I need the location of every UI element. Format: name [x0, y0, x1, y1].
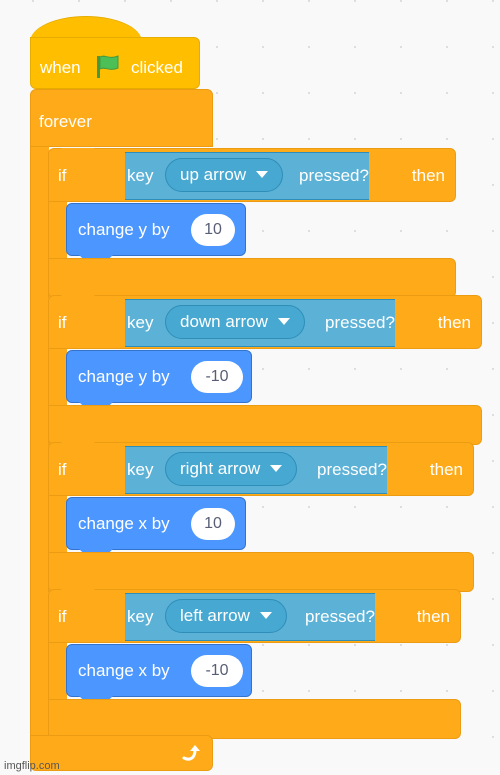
key-option: left arrow — [180, 606, 250, 625]
key-dropdown[interactable]: right arrow — [165, 452, 298, 486]
dropdown-caret-icon — [270, 465, 283, 472]
forever-block[interactable]: forever — [30, 89, 213, 147]
then-label: then — [411, 166, 445, 185]
key-pressed-block[interactable]: key right arrow pressed? — [125, 446, 387, 494]
change-position-block[interactable]: change y by 10 — [66, 203, 246, 263]
key-dropdown[interactable]: left arrow — [165, 599, 287, 633]
if-block[interactable]: if key right arrow pressed? then — [48, 442, 474, 496]
when-label: when — [40, 58, 81, 77]
dropdown-caret-icon — [259, 612, 272, 619]
green-flag-icon — [96, 54, 122, 83]
change-by-label: change y by — [78, 367, 170, 386]
if-block[interactable]: if key up arrow pressed? then — [48, 148, 456, 202]
if-block-bottom[interactable] — [48, 405, 482, 445]
watermark: imgflip.com — [4, 760, 60, 772]
pressed-label: pressed? — [317, 460, 387, 479]
if-block-bottom[interactable] — [48, 258, 456, 298]
pressed-label: pressed? — [305, 607, 375, 626]
if-label: if — [58, 313, 67, 332]
value-input[interactable]: 10 — [191, 508, 235, 540]
change-by-label: change x by — [78, 514, 170, 533]
pressed-label: pressed? — [325, 313, 395, 332]
if-block-bottom[interactable] — [48, 552, 474, 592]
key-label: key — [127, 607, 154, 626]
then-label: then — [416, 607, 450, 626]
pressed-label: pressed? — [299, 166, 369, 185]
then-label: then — [437, 313, 471, 332]
if-label: if — [58, 607, 67, 626]
change-by-label: change y by — [78, 220, 170, 239]
dropdown-caret-icon — [256, 171, 269, 178]
key-dropdown[interactable]: down arrow — [165, 305, 305, 339]
value-input[interactable]: 10 — [191, 214, 235, 246]
key-label: key — [127, 313, 154, 332]
key-pressed-block[interactable]: key left arrow pressed? — [125, 593, 375, 641]
key-option: down arrow — [180, 312, 268, 331]
dropdown-caret-icon — [277, 318, 290, 325]
change-position-block[interactable]: change x by -10 — [66, 644, 252, 704]
key-pressed-block[interactable]: key up arrow pressed? — [125, 152, 369, 200]
if-block[interactable]: if key down arrow pressed? then — [48, 295, 482, 349]
key-option: right arrow — [180, 459, 261, 478]
when-flag-clicked-block[interactable]: when clicked — [30, 37, 200, 89]
then-label: then — [429, 460, 463, 479]
if-label: if — [58, 460, 67, 479]
change-by-label: change x by — [78, 661, 170, 680]
change-position-block[interactable]: change x by 10 — [66, 497, 246, 557]
key-label: key — [127, 166, 154, 185]
value-input[interactable]: -10 — [191, 655, 243, 687]
change-position-block[interactable]: change y by -10 — [66, 350, 252, 410]
key-label: key — [127, 460, 154, 479]
key-dropdown[interactable]: up arrow — [165, 158, 284, 192]
value-input[interactable]: -10 — [191, 361, 243, 393]
forever-arm[interactable] — [30, 140, 49, 740]
if-block[interactable]: if key left arrow pressed? then — [48, 589, 461, 643]
key-option: up arrow — [180, 165, 247, 184]
key-pressed-block[interactable]: key down arrow pressed? — [125, 299, 395, 347]
forever-label: forever — [39, 112, 92, 131]
clicked-label: clicked — [131, 58, 183, 77]
if-label: if — [58, 166, 67, 185]
loop-arrow-icon — [181, 742, 203, 769]
if-block-bottom[interactable] — [48, 699, 461, 739]
